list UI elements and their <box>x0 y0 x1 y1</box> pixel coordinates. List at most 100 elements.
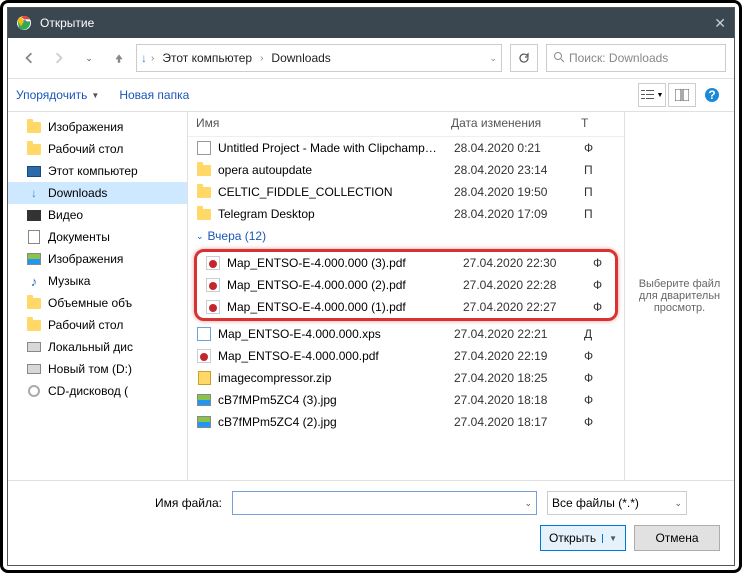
file-row[interactable]: Untitled Project - Made with Clipchamp…2… <box>188 137 624 159</box>
file-date: 28.04.2020 23:14 <box>454 163 584 177</box>
sidebar-item-label: Рабочий стол <box>48 318 123 332</box>
sidebar-item-label: Рабочий стол <box>48 142 123 156</box>
file-name: Map_ENTSO-E-4.000.000 (1).pdf <box>227 300 463 314</box>
file-row[interactable]: Map_ENTSO-E-4.000.000 (2).pdf27.04.2020 … <box>197 274 615 296</box>
group-header[interactable]: ⌄ Вчера (12) <box>188 225 624 247</box>
sidebar-item[interactable]: Изображения <box>8 116 187 138</box>
hdd-icon <box>26 339 42 355</box>
file-row[interactable]: cB7fMPm5ZC4 (3).jpg27.04.2020 18:18Ф <box>188 389 624 411</box>
file-row[interactable]: cB7fMPm5ZC4 (2).jpg27.04.2020 18:17Ф <box>188 411 624 433</box>
recent-button[interactable]: ⌄ <box>76 45 102 71</box>
sidebar-item[interactable]: Рабочий стол <box>8 138 187 160</box>
sidebar-item[interactable]: Изображения <box>8 248 187 270</box>
chevron-down-icon[interactable]: ⌄ <box>524 498 532 509</box>
file-row[interactable]: Map_ENTSO-E-4.000.000 (3).pdf27.04.2020 … <box>197 252 615 274</box>
file-name: cB7fMPm5ZC4 (3).jpg <box>218 393 454 407</box>
sidebar-item[interactable]: CD-дисковод ( <box>8 380 187 402</box>
file-name: Map_ENTSO-E-4.000.000 (2).pdf <box>227 278 463 292</box>
file-date: 28.04.2020 17:09 <box>454 207 584 221</box>
sidebar-item-label: Downloads <box>48 186 107 200</box>
forward-button[interactable] <box>46 45 72 71</box>
sidebar-item[interactable]: Этот компьютер <box>8 160 187 182</box>
breadcrumb-folder[interactable]: Downloads <box>267 49 334 67</box>
file-row[interactable]: CELTIC_FIDDLE_COLLECTION28.04.2020 19:50… <box>188 181 624 203</box>
file-row[interactable]: Telegram Desktop28.04.2020 17:09П <box>188 203 624 225</box>
filename-input[interactable]: ⌄ <box>232 491 537 515</box>
sidebar-item[interactable]: Объемные объ <box>8 292 187 314</box>
file-row[interactable]: Map_ENTSO-E-4.000.000.xps27.04.2020 22:2… <box>188 323 624 345</box>
organize-button[interactable]: Упорядочить▼ <box>16 88 99 102</box>
file-date: 27.04.2020 18:17 <box>454 415 584 429</box>
file-name: CELTIC_FIDDLE_COLLECTION <box>218 185 454 199</box>
downloads-icon: ↓ <box>141 51 147 65</box>
up-button[interactable] <box>106 45 132 71</box>
file-name: imagecompressor.zip <box>218 371 454 385</box>
xps-icon <box>196 326 212 342</box>
col-name[interactable]: Имя <box>196 116 451 130</box>
column-headers[interactable]: Имя Дата изменения Т <box>188 112 624 137</box>
file-type: Ф <box>584 393 616 407</box>
sidebar-item-label: Документы <box>48 230 110 244</box>
vid-icon <box>26 207 42 223</box>
back-button[interactable] <box>16 45 42 71</box>
address-bar[interactable]: ↓ › Этот компьютер › Downloads ⌄ <box>136 44 502 72</box>
zip-icon <box>196 370 212 386</box>
cancel-button[interactable]: Отмена <box>634 525 720 551</box>
clip-icon <box>196 140 212 156</box>
chevron-right-icon: › <box>151 53 154 64</box>
sidebar-item[interactable]: ♪Музыка <box>8 270 187 292</box>
folder-icon <box>196 206 212 222</box>
sidebar-item[interactable]: Локальный дис <box>8 336 187 358</box>
file-name: Telegram Desktop <box>218 207 454 221</box>
file-name: Map_ENTSO-E-4.000.000.xps <box>218 327 454 341</box>
sidebar-item[interactable]: Видео <box>8 204 187 226</box>
sidebar-item[interactable]: Новый том (D:) <box>8 358 187 380</box>
search-input[interactable]: Поиск: Downloads <box>546 44 726 72</box>
pdf-icon <box>205 277 221 293</box>
file-type: Ф <box>593 256 607 270</box>
refresh-button[interactable] <box>510 44 538 72</box>
chevron-down-icon[interactable]: ⌄ <box>674 498 682 509</box>
sidebar-item[interactable]: Документы <box>8 226 187 248</box>
img-icon <box>26 251 42 267</box>
view-mode-button[interactable]: ▼ <box>638 83 666 107</box>
chevron-right-icon: › <box>260 53 263 64</box>
open-dropdown-icon[interactable]: ▼ <box>602 534 617 543</box>
folder-icon <box>196 162 212 178</box>
col-date[interactable]: Дата изменения <box>451 116 581 130</box>
file-date: 27.04.2020 18:18 <box>454 393 584 407</box>
address-dropdown-icon[interactable]: ⌄ <box>489 53 497 64</box>
breadcrumb-pc[interactable]: Этот компьютер <box>158 49 256 67</box>
new-folder-button[interactable]: Новая папка <box>119 88 189 102</box>
preview-pane-button[interactable] <box>668 83 696 107</box>
file-type: Ф <box>584 371 616 385</box>
sidebar-item[interactable]: ↓ Downloads <box>8 182 187 204</box>
file-date: 27.04.2020 22:21 <box>454 327 584 341</box>
footer: Имя файла: ⌄ Все файлы (*.*) ⌄ Открыть▼ … <box>8 480 734 565</box>
file-row[interactable]: opera autoupdate28.04.2020 23:14П <box>188 159 624 181</box>
open-button[interactable]: Открыть▼ <box>540 525 626 551</box>
file-date: 27.04.2020 22:19 <box>454 349 584 363</box>
nav-row: ⌄ ↓ › Этот компьютер › Downloads ⌄ Поиск… <box>8 38 734 79</box>
file-row[interactable]: Map_ENTSO-E-4.000.000 (1).pdf27.04.2020 … <box>197 296 615 318</box>
help-button[interactable]: ? <box>698 83 726 107</box>
file-type: П <box>584 207 616 221</box>
file-date: 27.04.2020 22:27 <box>463 300 593 314</box>
cd-icon <box>26 383 42 399</box>
filename-label: Имя файла: <box>22 496 232 510</box>
close-icon[interactable]: ✕ <box>714 15 726 32</box>
file-type: Ф <box>584 415 616 429</box>
search-icon <box>553 51 565 66</box>
file-type: Ф <box>584 141 616 155</box>
col-type[interactable]: Т <box>581 116 616 130</box>
svg-text:?: ? <box>708 88 715 102</box>
file-row[interactable]: imagecompressor.zip27.04.2020 18:25Ф <box>188 367 624 389</box>
file-name: Untitled Project - Made with Clipchamp… <box>218 141 454 155</box>
img-icon <box>196 414 212 430</box>
down-icon: ↓ <box>26 185 42 201</box>
highlight-box: Map_ENTSO-E-4.000.000 (3).pdf27.04.2020 … <box>194 249 618 321</box>
sidebar-item[interactable]: Рабочий стол <box>8 314 187 336</box>
file-row[interactable]: Map_ENTSO-E-4.000.000.pdf27.04.2020 22:1… <box>188 345 624 367</box>
file-filter-select[interactable]: Все файлы (*.*) ⌄ <box>547 491 687 515</box>
folder-icon <box>26 119 42 135</box>
